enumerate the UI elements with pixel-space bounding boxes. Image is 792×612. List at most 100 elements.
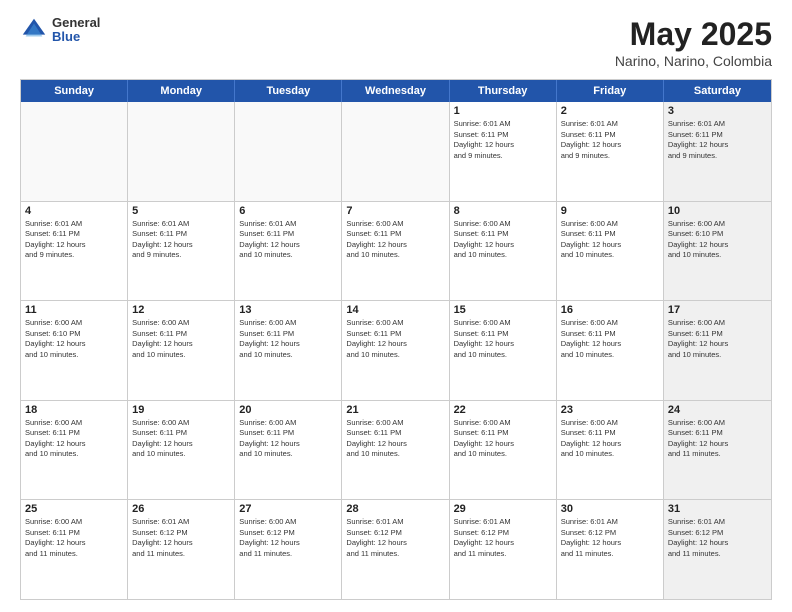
subtitle: Narino, Narino, Colombia bbox=[615, 53, 772, 69]
calendar-header-day: Sunday bbox=[21, 80, 128, 102]
calendar-header-day: Monday bbox=[128, 80, 235, 102]
calendar-cell: 5Sunrise: 6:01 AM Sunset: 6:11 PM Daylig… bbox=[128, 202, 235, 301]
day-number: 16 bbox=[561, 304, 659, 316]
calendar-cell: 17 Sunrise: 6:00 AM Sunset: 6:11 PM Dayli… bbox=[664, 301, 771, 400]
day-number: 1 bbox=[454, 105, 552, 117]
calendar-header-day: Friday bbox=[557, 80, 664, 102]
day-number: 2 bbox=[561, 105, 659, 117]
logo: General Blue bbox=[20, 16, 100, 45]
calendar-cell: 21 Sunrise: 6:00 AM Sunset: 6:11 PM Dayli… bbox=[342, 401, 449, 500]
day-number: 24 bbox=[668, 404, 767, 416]
day-number: 14 bbox=[346, 304, 444, 316]
calendar-cell: 29Sunrise: 6:01 AM Sunset: 6:12 PM Dayli… bbox=[450, 500, 557, 599]
day-number: 28 bbox=[346, 503, 444, 515]
calendar-cell: 12 Sunrise: 6:00 AM Sunset: 6:11 PM Dayli… bbox=[128, 301, 235, 400]
calendar-cell: 4 Sunrise: 6:01 AM Sunset: 6:11 PM Daylig… bbox=[21, 202, 128, 301]
day-info: Sunrise: 6:00 AM Sunset: 6:11 PM Dayligh… bbox=[668, 418, 767, 460]
day-number: 10 bbox=[668, 205, 767, 217]
day-info: Sunrise: 6:00 AM Sunset: 6:11 PM Dayligh… bbox=[561, 318, 659, 360]
title-block: May 2025 Narino, Narino, Colombia bbox=[615, 16, 772, 69]
day-number: 13 bbox=[239, 304, 337, 316]
calendar-cell: 1Sunrise: 6:01 AM Sunset: 6:11 PM Daylig… bbox=[450, 102, 557, 201]
day-number: 6 bbox=[239, 205, 337, 217]
calendar-header-day: Wednesday bbox=[342, 80, 449, 102]
day-info: Sunrise: 6:00 AM Sunset: 6:12 PM Dayligh… bbox=[239, 517, 337, 559]
logo-general: General bbox=[52, 16, 100, 30]
day-number: 20 bbox=[239, 404, 337, 416]
calendar: SundayMondayTuesdayWednesdayThursdayFrid… bbox=[20, 79, 772, 600]
day-info: Sunrise: 6:00 AM Sunset: 6:11 PM Dayligh… bbox=[454, 318, 552, 360]
day-info: Sunrise: 6:00 AM Sunset: 6:11 PM Dayligh… bbox=[25, 517, 123, 559]
calendar-cell: 9 Sunrise: 6:00 AM Sunset: 6:11 PM Daylig… bbox=[557, 202, 664, 301]
calendar-row: 18 Sunrise: 6:00 AM Sunset: 6:11 PM Dayli… bbox=[21, 401, 771, 501]
header: General Blue May 2025 Narino, Narino, Co… bbox=[20, 16, 772, 69]
day-number: 9 bbox=[561, 205, 659, 217]
day-info: Sunrise: 6:00 AM Sunset: 6:11 PM Dayligh… bbox=[132, 418, 230, 460]
calendar-cell: 13Sunrise: 6:00 AM Sunset: 6:11 PM Dayli… bbox=[235, 301, 342, 400]
day-number: 8 bbox=[454, 205, 552, 217]
day-info: Sunrise: 6:00 AM Sunset: 6:11 PM Dayligh… bbox=[132, 318, 230, 360]
day-info: Sunrise: 6:01 AM Sunset: 6:11 PM Dayligh… bbox=[25, 219, 123, 261]
day-number: 22 bbox=[454, 404, 552, 416]
calendar-cell bbox=[342, 102, 449, 201]
day-info: Sunrise: 6:00 AM Sunset: 6:10 PM Dayligh… bbox=[668, 219, 767, 261]
logo-blue: Blue bbox=[52, 30, 100, 44]
calendar-header-day: Thursday bbox=[450, 80, 557, 102]
day-number: 15 bbox=[454, 304, 552, 316]
calendar-cell: 23 Sunrise: 6:00 AM Sunset: 6:11 PM Dayli… bbox=[557, 401, 664, 500]
day-info: Sunrise: 6:00 AM Sunset: 6:11 PM Dayligh… bbox=[346, 418, 444, 460]
day-info: Sunrise: 6:01 AM Sunset: 6:12 PM Dayligh… bbox=[132, 517, 230, 559]
calendar-cell: 8 Sunrise: 6:00 AM Sunset: 6:11 PM Daylig… bbox=[450, 202, 557, 301]
calendar-cell: 11 Sunrise: 6:00 AM Sunset: 6:10 PM Dayli… bbox=[21, 301, 128, 400]
day-number: 25 bbox=[25, 503, 123, 515]
calendar-cell: 26 Sunrise: 6:01 AM Sunset: 6:12 PM Dayli… bbox=[128, 500, 235, 599]
day-number: 21 bbox=[346, 404, 444, 416]
day-info: Sunrise: 6:00 AM Sunset: 6:11 PM Dayligh… bbox=[346, 318, 444, 360]
day-info: Sunrise: 6:01 AM Sunset: 6:12 PM Dayligh… bbox=[668, 517, 767, 559]
day-info: Sunrise: 6:00 AM Sunset: 6:11 PM Dayligh… bbox=[25, 418, 123, 460]
day-number: 17 bbox=[668, 304, 767, 316]
calendar-cell: 6Sunrise: 6:01 AM Sunset: 6:11 PM Daylig… bbox=[235, 202, 342, 301]
calendar-header-day: Tuesday bbox=[235, 80, 342, 102]
calendar-cell: 14 Sunrise: 6:00 AM Sunset: 6:11 PM Dayli… bbox=[342, 301, 449, 400]
day-number: 4 bbox=[25, 205, 123, 217]
calendar-cell: 22Sunrise: 6:00 AM Sunset: 6:11 PM Dayli… bbox=[450, 401, 557, 500]
calendar-cell: 24 Sunrise: 6:00 AM Sunset: 6:11 PM Dayli… bbox=[664, 401, 771, 500]
day-number: 7 bbox=[346, 205, 444, 217]
day-info: Sunrise: 6:00 AM Sunset: 6:11 PM Dayligh… bbox=[668, 318, 767, 360]
calendar-header-day: Saturday bbox=[664, 80, 771, 102]
day-number: 5 bbox=[132, 205, 230, 217]
day-info: Sunrise: 6:00 AM Sunset: 6:11 PM Dayligh… bbox=[239, 418, 337, 460]
calendar-cell: 20 Sunrise: 6:00 AM Sunset: 6:11 PM Dayli… bbox=[235, 401, 342, 500]
calendar-cell bbox=[21, 102, 128, 201]
day-info: Sunrise: 6:00 AM Sunset: 6:11 PM Dayligh… bbox=[346, 219, 444, 261]
day-number: 3 bbox=[668, 105, 767, 117]
day-number: 11 bbox=[25, 304, 123, 316]
calendar-row: 1 Sunrise: 6:01 AM Sunset: 6:11 PM Daylig… bbox=[21, 102, 771, 202]
page: General Blue May 2025 Narino, Narino, Co… bbox=[0, 0, 792, 612]
day-info: Sunrise: 6:00 AM Sunset: 6:11 PM Dayligh… bbox=[561, 418, 659, 460]
day-number: 30 bbox=[561, 503, 659, 515]
day-number: 26 bbox=[132, 503, 230, 515]
calendar-row: 4 Sunrise: 6:01 AM Sunset: 6:11 PM Daylig… bbox=[21, 202, 771, 302]
day-info: Sunrise: 6:01 AM Sunset: 6:12 PM Dayligh… bbox=[454, 517, 552, 559]
calendar-header: SundayMondayTuesdayWednesdayThursdayFrid… bbox=[21, 80, 771, 102]
day-number: 31 bbox=[668, 503, 767, 515]
calendar-cell: 2Sunrise: 6:01 AM Sunset: 6:11 PM Daylig… bbox=[557, 102, 664, 201]
day-info: Sunrise: 6:01 AM Sunset: 6:11 PM Dayligh… bbox=[668, 119, 767, 161]
day-number: 18 bbox=[25, 404, 123, 416]
calendar-cell: 25 Sunrise: 6:00 AM Sunset: 6:11 PM Dayli… bbox=[21, 500, 128, 599]
day-number: 23 bbox=[561, 404, 659, 416]
calendar-cell: 7 Sunrise: 6:00 AM Sunset: 6:11 PM Daylig… bbox=[342, 202, 449, 301]
calendar-cell bbox=[128, 102, 235, 201]
calendar-cell: 28Sunrise: 6:01 AM Sunset: 6:12 PM Dayli… bbox=[342, 500, 449, 599]
calendar-cell bbox=[235, 102, 342, 201]
day-info: Sunrise: 6:00 AM Sunset: 6:11 PM Dayligh… bbox=[561, 219, 659, 261]
calendar-row: 11 Sunrise: 6:00 AM Sunset: 6:10 PM Dayli… bbox=[21, 301, 771, 401]
calendar-body: 1 Sunrise: 6:01 AM Sunset: 6:11 PM Daylig… bbox=[21, 102, 771, 599]
calendar-cell: 10 Sunrise: 6:00 AM Sunset: 6:10 PM Dayli… bbox=[664, 202, 771, 301]
day-number: 12 bbox=[132, 304, 230, 316]
calendar-cell: 16 Sunrise: 6:00 AM Sunset: 6:11 PM Dayli… bbox=[557, 301, 664, 400]
day-info: Sunrise: 6:00 AM Sunset: 6:11 PM Dayligh… bbox=[454, 219, 552, 261]
day-info: Sunrise: 6:00 AM Sunset: 6:10 PM Dayligh… bbox=[25, 318, 123, 360]
